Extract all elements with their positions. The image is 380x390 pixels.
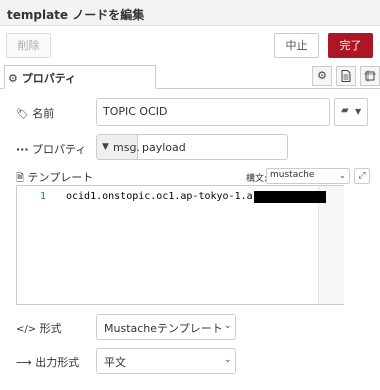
chevron-down-icon: ⌄ xyxy=(224,355,232,365)
appearance-tab-button[interactable] xyxy=(360,66,380,86)
editor-gutter xyxy=(17,186,57,304)
syntax-label: 構文: xyxy=(246,174,268,184)
template-editor[interactable] xyxy=(16,185,344,305)
frame-icon xyxy=(364,70,376,82)
editor-minimap[interactable] xyxy=(318,186,344,304)
chevron-down-icon: ⌄ xyxy=(339,171,346,180)
done-button[interactable]: 完了 xyxy=(328,33,373,58)
tab-properties-label: ⚙ プロパティ xyxy=(8,72,77,85)
property-value: payload xyxy=(142,141,186,154)
cancel-button[interactable]: 中止 xyxy=(274,33,319,58)
file-icon: 🗎 xyxy=(16,173,25,184)
code-icon: </> xyxy=(16,324,37,335)
name-label: 🏷 名前 xyxy=(16,107,55,120)
ellipsis-icon: ··· xyxy=(16,143,29,156)
format-label: </> 形式 xyxy=(16,322,62,335)
name-input-value: TOPIC OCID xyxy=(103,105,168,118)
description-tab-button[interactable] xyxy=(336,66,356,86)
tag-icon: 🏷 xyxy=(16,109,29,120)
editor-title: template ノードを編集 xyxy=(7,8,145,22)
redaction-block xyxy=(254,191,326,203)
node-icon-button[interactable]: ▰ ▼ xyxy=(334,98,368,126)
editor-line-text: ocid1.onstopic.oc1.ap-tokyo-1.a xyxy=(66,191,253,202)
gear-icon: ⚙ xyxy=(317,69,327,82)
expand-icon: ⤢ xyxy=(358,171,366,181)
line-number: 1 xyxy=(40,191,47,202)
format-select-value: Mustacheテンプレート xyxy=(104,322,223,335)
delete-button[interactable]: 削除 xyxy=(6,33,51,58)
output-label: ⟶ 出力形式 xyxy=(16,356,80,369)
arrow-right-icon: ⟶ xyxy=(16,356,32,369)
book-icon: ▰ xyxy=(341,105,349,116)
caret-down-icon: ▼ xyxy=(355,107,362,116)
property-prefix: msg. xyxy=(113,141,140,154)
caret-down-icon: ▼ xyxy=(102,142,109,152)
chevron-down-icon: ⌄ xyxy=(224,321,232,331)
settings-tab-button[interactable]: ⚙ xyxy=(312,66,332,86)
output-select-value: 平文 xyxy=(104,356,126,369)
syntax-select-value: mustache xyxy=(270,170,315,180)
expand-editor-button[interactable]: ⤢ xyxy=(354,168,370,184)
gear-icon: ⚙ xyxy=(8,72,18,85)
property-label: ··· プロパティ xyxy=(16,143,87,156)
document-icon xyxy=(341,70,351,82)
